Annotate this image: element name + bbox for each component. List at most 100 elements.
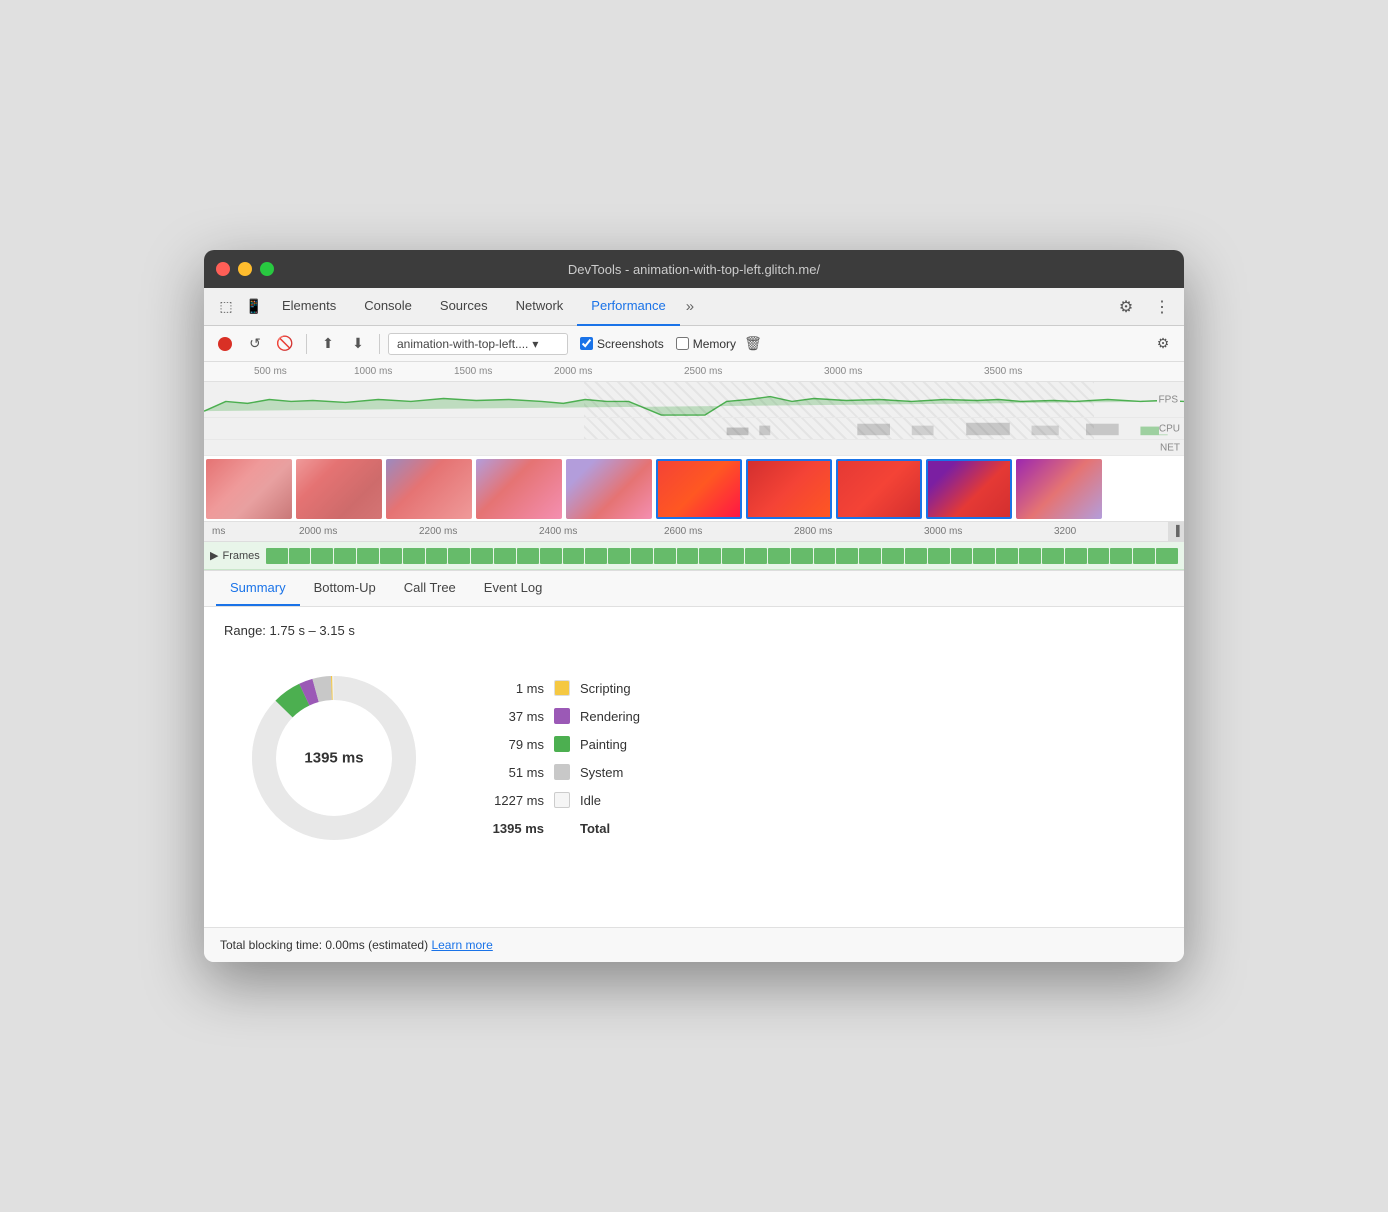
- screenshot-thumb-6[interactable]: [656, 459, 742, 519]
- settings-icon-toolbar[interactable]: ⚙: [1150, 331, 1176, 357]
- close-button[interactable]: [216, 262, 230, 276]
- more-options-icon[interactable]: ⋮: [1148, 293, 1176, 321]
- screenshot-thumb-10[interactable]: [1016, 459, 1102, 519]
- donut-chart: 1395 ms: [244, 668, 424, 848]
- clear-button[interactable]: 🚫: [272, 331, 298, 357]
- frame-bar: [745, 548, 767, 564]
- fps-bar: FPS: [204, 382, 1184, 418]
- frame-bar: [1065, 548, 1087, 564]
- record-button[interactable]: [212, 331, 238, 357]
- system-name: System: [580, 765, 623, 780]
- frame-bar: [677, 548, 699, 564]
- frames-triangle[interactable]: ▶: [210, 549, 218, 562]
- learn-more-link[interactable]: Learn more: [431, 938, 492, 952]
- tab-bottom-up[interactable]: Bottom-Up: [300, 570, 390, 606]
- screenshot-thumb-2[interactable]: [296, 459, 382, 519]
- tick2-ms: ms: [212, 526, 225, 537]
- screenshot-thumb-8[interactable]: [836, 459, 922, 519]
- tick-500ms: 500 ms: [254, 366, 287, 377]
- tab-console[interactable]: Console: [350, 288, 426, 326]
- timeline-area: 500 ms 1000 ms 1500 ms 2000 ms 2500 ms 3…: [204, 362, 1184, 571]
- screenshot-thumb-1[interactable]: [206, 459, 292, 519]
- scripting-value: 1 ms: [484, 681, 544, 696]
- frame-bar: [699, 548, 721, 564]
- download-button[interactable]: ⬇: [345, 331, 371, 357]
- screenshots-label[interactable]: Screenshots: [597, 337, 664, 351]
- frames-text: Frames: [222, 550, 259, 562]
- memory-label[interactable]: Memory: [693, 337, 736, 351]
- range-text: Range: 1.75 s – 3.15 s: [224, 623, 1164, 638]
- more-tabs-button[interactable]: »: [680, 298, 700, 315]
- bottom-tabs: Summary Bottom-Up Call Tree Event Log: [204, 571, 1184, 607]
- tick-2500ms: 2500 ms: [684, 366, 722, 377]
- screenshot-thumb-9[interactable]: [926, 459, 1012, 519]
- scripting-color: [554, 680, 570, 696]
- frame-bar: [1088, 548, 1110, 564]
- minimize-button[interactable]: [238, 262, 252, 276]
- screenshot-thumb-5[interactable]: [566, 459, 652, 519]
- total-value: 1395 ms: [484, 821, 544, 836]
- tick-3000ms: 3000 ms: [824, 366, 862, 377]
- screenshot-thumb-3[interactable]: [386, 459, 472, 519]
- frames-label: ▶ Frames: [210, 549, 260, 562]
- frame-bar: [973, 548, 995, 564]
- tab-call-tree[interactable]: Call Tree: [390, 570, 470, 606]
- frame-bar: [380, 548, 402, 564]
- frame-bar: [1019, 548, 1041, 564]
- timeline-ruler-bottom: ms 2000 ms 2200 ms 2400 ms 2600 ms 2800 …: [204, 522, 1184, 542]
- screenshots-strip: [204, 456, 1184, 522]
- painting-name: Painting: [580, 737, 627, 752]
- url-dropdown[interactable]: animation-with-top-left.... ▾: [388, 333, 568, 355]
- legend-item-total: 1395 ms Total: [484, 820, 640, 836]
- tick-1000ms: 1000 ms: [354, 366, 392, 377]
- tab-event-log[interactable]: Event Log: [470, 570, 557, 606]
- settings-icon[interactable]: ⚙: [1112, 293, 1140, 321]
- tab-performance[interactable]: Performance: [577, 288, 679, 326]
- frame-bar: [334, 548, 356, 564]
- net-label: NET: [1160, 442, 1180, 453]
- rendering-color: [554, 708, 570, 724]
- window-title: DevTools - animation-with-top-left.glitc…: [568, 262, 820, 277]
- tab-sources[interactable]: Sources: [426, 288, 502, 326]
- tab-summary[interactable]: Summary: [216, 570, 300, 606]
- fps-label: FPS: [1157, 394, 1180, 405]
- frame-bar: [585, 548, 607, 564]
- painting-value: 79 ms: [484, 737, 544, 752]
- memory-checkbox[interactable]: [676, 337, 689, 350]
- content-area: Range: 1.75 s – 3.15 s: [204, 607, 1184, 927]
- fps-hatch: [584, 382, 1094, 417]
- tab-elements[interactable]: Elements: [268, 288, 350, 326]
- system-color: [554, 764, 570, 780]
- screenshot-thumb-7[interactable]: [746, 459, 832, 519]
- tick-3500ms: 3500 ms: [984, 366, 1022, 377]
- tab-actions: ⚙ ⋮: [1112, 293, 1176, 321]
- screenshot-thumb-4[interactable]: [476, 459, 562, 519]
- frame-bar: [631, 548, 653, 564]
- frame-bar: [882, 548, 904, 564]
- cursor-icon[interactable]: ⬚: [212, 293, 240, 321]
- tab-network[interactable]: Network: [502, 288, 578, 326]
- scrollbar-thumb[interactable]: ▐: [1172, 526, 1179, 537]
- frame-bar: [357, 548, 379, 564]
- scripting-name: Scripting: [580, 681, 631, 696]
- cpu-bar: CPU: [204, 418, 1184, 440]
- traffic-lights: [216, 262, 274, 276]
- frame-bar: [654, 548, 676, 564]
- total-name: Total: [580, 821, 610, 836]
- tick2-2200ms: 2200 ms: [419, 526, 457, 537]
- frame-bar: [517, 548, 539, 564]
- screenshots-checkbox[interactable]: [580, 337, 593, 350]
- maximize-button[interactable]: [260, 262, 274, 276]
- tick-2000ms: 2000 ms: [554, 366, 592, 377]
- footer-bar: Total blocking time: 0.00ms (estimated) …: [204, 927, 1184, 962]
- frame-bar: [951, 548, 973, 564]
- trash-icon[interactable]: 🗑: [740, 331, 766, 357]
- reload-button[interactable]: ↺: [242, 331, 268, 357]
- frame-bar: [1156, 548, 1178, 564]
- upload-button[interactable]: ⬆: [315, 331, 341, 357]
- frame-bar: [791, 548, 813, 564]
- device-toolbar-icon[interactable]: 📱: [240, 293, 268, 321]
- idle-name: Idle: [580, 793, 601, 808]
- idle-value: 1227 ms: [484, 793, 544, 808]
- frame-bar: [494, 548, 516, 564]
